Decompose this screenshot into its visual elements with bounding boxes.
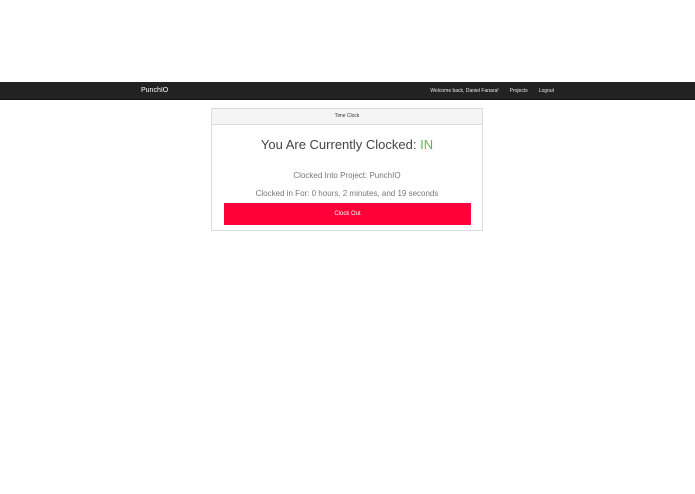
nav-link-projects[interactable]: Projects [510,86,528,96]
clock-status-label: You Are Currently Clocked: [260,137,417,152]
welcome-text: Welcome back, Daniel Fanara! [430,88,499,94]
navbar-right: Welcome back, Daniel Fanara! Projects Lo… [430,86,554,96]
clocked-duration-text: Clocked in For: 0 hours, 2 minutes, and … [255,189,439,198]
clock-status-value: IN [420,137,434,152]
time-clock-panel: Time Clock You Are Currently Clocked: IN… [211,108,483,231]
clock-status: You Are Currently Clocked: IN [212,137,482,153]
panel-heading: Time Clock [212,109,482,125]
top-navbar: PunchIO Welcome back, Daniel Fanara! Pro… [0,82,695,100]
clocked-project-text: Clocked Into Project: PunchIO [293,171,401,180]
clock-out-button[interactable]: Clock Out [224,203,471,225]
nav-link-logout[interactable]: Logout [539,86,554,96]
brand-link[interactable]: PunchIO [141,86,168,96]
